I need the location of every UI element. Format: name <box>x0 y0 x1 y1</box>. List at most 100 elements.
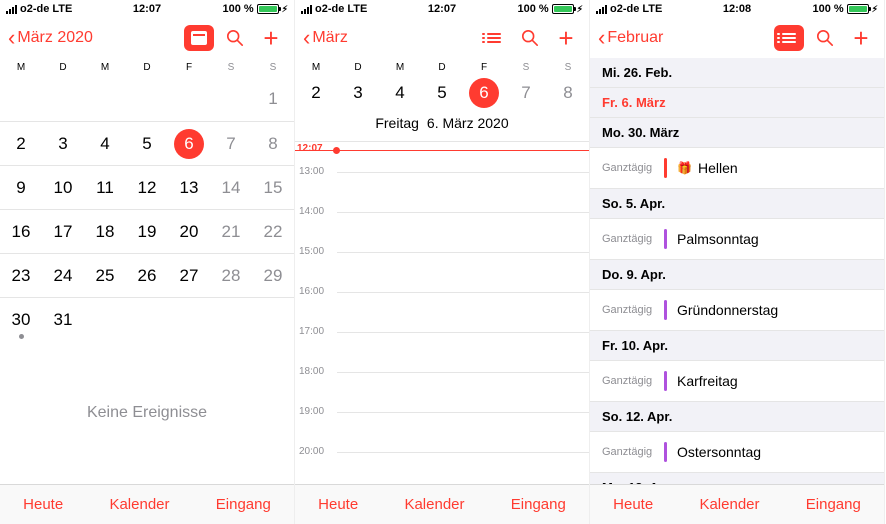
day-cell[interactable]: 9 <box>0 166 42 209</box>
charging-icon: ⚡︎ <box>577 4 583 15</box>
day-cell <box>84 77 126 121</box>
day-cell[interactable]: 7 <box>210 122 252 165</box>
week-day-cell[interactable]: 6 <box>463 83 505 103</box>
day-cell[interactable]: 2 <box>0 122 42 165</box>
calendars-button[interactable]: Kalender <box>109 496 169 513</box>
day-cell[interactable]: 19 <box>126 210 168 253</box>
today-button[interactable]: Heute <box>613 496 653 513</box>
day-cell[interactable]: 17 <box>42 210 84 253</box>
event-color-bar <box>664 158 667 178</box>
week-day-cell[interactable]: 4 <box>379 83 421 103</box>
current-time-line: 12:07 <box>295 150 589 151</box>
hour-row[interactable]: 18:00 <box>337 372 589 412</box>
weekday-label: S <box>505 62 547 73</box>
hour-label: 13:00 <box>299 166 324 177</box>
day-cell[interactable]: 29 <box>252 254 294 297</box>
day-cell[interactable]: 1 <box>252 77 294 121</box>
list-date-header: So. 5. Apr. <box>590 189 884 219</box>
event-time: Ganztägig <box>602 162 654 174</box>
month-row: 23242526272829 <box>0 253 294 297</box>
back-button[interactable]: ‹März <box>303 25 348 51</box>
back-button[interactable]: ‹Februar <box>598 25 663 51</box>
day-cell[interactable]: 11 <box>84 166 126 209</box>
event-row[interactable]: Ganztägig🎁Hellen <box>590 148 884 189</box>
day-cell[interactable]: 13 <box>168 166 210 209</box>
day-cell <box>252 298 294 341</box>
today-button[interactable]: Heute <box>318 496 358 513</box>
day-cell <box>210 298 252 341</box>
hour-row[interactable]: 17:00 <box>337 332 589 372</box>
event-title: Gründonnerstag <box>677 302 778 318</box>
list-toggle-button[interactable] <box>774 25 804 51</box>
search-button[interactable] <box>515 25 545 51</box>
event-title: Palmsonntag <box>677 231 759 247</box>
inbox-button[interactable]: Eingang <box>806 496 861 513</box>
event-title: Ostersonntag <box>677 444 761 460</box>
event-row[interactable]: GanztägigOstersonntag <box>590 432 884 473</box>
day-cell[interactable]: 5 <box>126 122 168 165</box>
day-cell[interactable]: 8 <box>252 122 294 165</box>
day-cell[interactable]: 26 <box>126 254 168 297</box>
day-cell[interactable]: 10 <box>42 166 84 209</box>
day-cell[interactable]: 31 <box>42 298 84 341</box>
add-button[interactable]: + <box>256 25 286 51</box>
week-day-cell[interactable]: 5 <box>421 83 463 103</box>
inbox-button[interactable]: Eingang <box>216 496 271 513</box>
event-list[interactable]: Mi. 26. Feb.Fr. 6. MärzMo. 30. MärzGanzt… <box>590 58 884 484</box>
day-cell[interactable]: 23 <box>0 254 42 297</box>
weekday-label: F <box>168 62 210 73</box>
today-button[interactable]: Heute <box>23 496 63 513</box>
event-row[interactable]: Ganztägig Palmsonntag <box>590 219 884 260</box>
day-view-panel: o2-deLTE 12:07 100 %⚡︎ ‹März + MDMDFSS 2… <box>295 0 590 524</box>
calendars-button[interactable]: Kalender <box>699 496 759 513</box>
day-cell[interactable]: 6 <box>168 122 210 165</box>
day-cell[interactable]: 25 <box>84 254 126 297</box>
add-button[interactable]: + <box>551 25 581 51</box>
hour-row[interactable]: 14:00 <box>337 212 589 252</box>
hour-grid[interactable]: 12:0713:0014:0015:0016:0017:0018:0019:00… <box>295 142 589 484</box>
event-time: Ganztägig <box>602 233 654 245</box>
event-row[interactable]: GanztägigGründonnerstag <box>590 290 884 331</box>
day-cell[interactable]: 21 <box>210 210 252 253</box>
day-cell[interactable]: 28 <box>210 254 252 297</box>
weekday-label: M <box>379 62 421 73</box>
day-cell[interactable]: 24 <box>42 254 84 297</box>
day-cell[interactable]: 15 <box>252 166 294 209</box>
calendars-button[interactable]: Kalender <box>404 496 464 513</box>
hour-row[interactable]: 15:00 <box>337 252 589 292</box>
day-name: Freitag <box>375 115 419 131</box>
network: LTE <box>642 3 662 15</box>
hour-row[interactable]: 13:00 <box>337 172 589 212</box>
hour-label: 17:00 <box>299 326 324 337</box>
inbox-button[interactable]: Eingang <box>511 496 566 513</box>
view-toggle-button[interactable] <box>184 25 214 51</box>
day-cell[interactable]: 18 <box>84 210 126 253</box>
day-cell[interactable]: 27 <box>168 254 210 297</box>
hour-row[interactable]: 19:00 <box>337 412 589 452</box>
search-button[interactable] <box>810 25 840 51</box>
day-cell[interactable]: 30 <box>0 298 42 341</box>
search-button[interactable] <box>220 25 250 51</box>
status-bar: o2-deLTE 12:08 100 %⚡︎ <box>590 0 884 18</box>
day-cell[interactable]: 12 <box>126 166 168 209</box>
list-date-header: So. 12. Apr. <box>590 402 884 432</box>
clock: 12:08 <box>723 3 751 15</box>
day-cell[interactable]: 22 <box>252 210 294 253</box>
hour-row[interactable]: 16:00 <box>337 292 589 332</box>
add-button[interactable]: + <box>846 25 876 51</box>
week-day-cell[interactable]: 7 <box>505 83 547 103</box>
week-day-cell[interactable]: 2 <box>295 83 337 103</box>
list-toggle-button[interactable] <box>479 25 509 51</box>
week-day-cell[interactable]: 3 <box>337 83 379 103</box>
hour-row[interactable]: 20:00 <box>337 452 589 484</box>
week-day-cell[interactable]: 8 <box>547 83 589 103</box>
day-cell[interactable]: 4 <box>84 122 126 165</box>
day-cell[interactable]: 3 <box>42 122 84 165</box>
day-cell[interactable]: 14 <box>210 166 252 209</box>
event-row[interactable]: GanztägigKarfreitag <box>590 361 884 402</box>
event-color-bar <box>664 442 667 462</box>
day-cell[interactable]: 16 <box>0 210 42 253</box>
network: LTE <box>347 3 367 15</box>
back-button[interactable]: ‹März 2020 <box>8 25 93 51</box>
day-cell[interactable]: 20 <box>168 210 210 253</box>
